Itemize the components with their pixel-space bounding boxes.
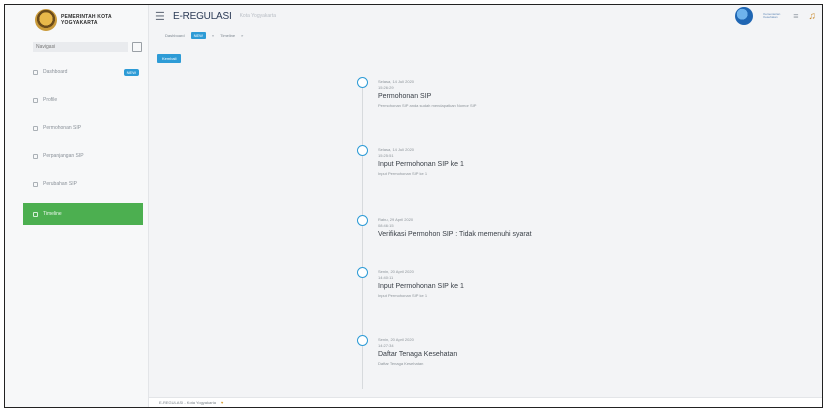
bell-icon[interactable]: ♫ <box>809 11 817 22</box>
menu-lines-icon[interactable]: ≡ <box>793 11 798 21</box>
timeline-description: Daftar Tenaga Kesehatan <box>378 361 424 366</box>
sidebar-search-input[interactable] <box>33 42 128 52</box>
sidebar-item-perubahan-sip[interactable]: Perubahan SIP <box>23 175 143 193</box>
app-title: E-REGULASI <box>173 10 232 22</box>
header-right: Kementerian Kesehatan ≡ ♫ <box>735 7 816 25</box>
city-seal-icon <box>35 9 57 31</box>
sidebar-toggle-icon[interactable] <box>132 42 142 52</box>
sidebar-item-perpanjangan-sip[interactable]: Perpanjangan SIP <box>23 147 143 165</box>
timeline-dot-icon <box>357 145 368 156</box>
ministry-globe-icon <box>735 7 754 25</box>
file-icon <box>33 125 38 131</box>
breadcrumb: Dashboard NEW » Timeline » <box>165 32 243 39</box>
app-frame: PEMERINTAH KOTA YOGYAKARTA Dashboard NEW… <box>4 4 823 408</box>
timeline-dot-icon <box>357 77 368 88</box>
app-subtitle: Kota Yogyakarta <box>239 13 276 19</box>
timeline-time: 08:46:15 <box>378 223 394 228</box>
timeline-time: 15:25:51 <box>378 153 394 158</box>
timeline-description: Input Permohonan SIP ke 1 <box>378 171 428 176</box>
timeline-description: Input Permohonan SIP ke 1 <box>378 293 428 298</box>
timeline-title: Input Permohonan SIP ke 1 <box>378 283 464 290</box>
heart-icon: ♥ <box>221 400 224 405</box>
timeline-content: Selasa, 14 Juli 2020 15:26:29 Permohonan… <box>378 79 618 110</box>
timeline-content: Senin, 20 April 2020 14:40:11 Input Perm… <box>378 269 618 300</box>
footer-text: E-REGULASI - Kota Yogyakarta <box>159 400 216 405</box>
sidebar-item-label: Timeline <box>43 211 62 217</box>
sidebar: PEMERINTAH KOTA YOGYAKARTA Dashboard NEW… <box>5 5 149 407</box>
hamburger-menu-icon[interactable]: ☰ <box>155 10 167 23</box>
edit-icon <box>33 181 38 187</box>
timeline-title: Verifikasi Permohon SIP : Tidak memenuhi… <box>378 231 532 238</box>
refresh-icon <box>33 153 38 159</box>
sidebar-item-timeline[interactable]: Timeline <box>23 203 143 225</box>
sidebar-item-permohonan-sip[interactable]: Permohonan SIP <box>23 119 143 137</box>
breadcrumb-timeline[interactable]: Timeline <box>220 33 235 38</box>
breadcrumb-separator: » <box>241 33 244 38</box>
breadcrumb-separator: » <box>211 33 215 38</box>
back-button[interactable]: Kembali <box>157 54 182 63</box>
sidebar-item-label: Dashboard <box>43 69 68 75</box>
sidebar-item-label: Perubahan SIP <box>43 181 77 187</box>
ministry-label: Kementerian Kesehatan <box>763 11 781 19</box>
timeline-time: 14:40:11 <box>378 275 394 280</box>
brand-line-2: YOGYAKARTA <box>61 20 98 26</box>
timeline-dot-icon <box>357 215 368 226</box>
timeline-description: Permohonan SIP anda sudah mendapatkan No… <box>378 103 477 108</box>
brand[interactable]: PEMERINTAH KOTA YOGYAKARTA <box>5 5 148 35</box>
sidebar-item-profile[interactable]: Profile <box>23 91 143 109</box>
timeline-dot-icon <box>357 335 368 346</box>
timeline-content: Rabu, 29 April 2020 08:46:15 Verifikasi … <box>378 217 618 240</box>
timeline-icon <box>33 211 38 217</box>
timeline-title: Permohonan SIP <box>378 93 432 100</box>
sidebar-search <box>33 41 142 53</box>
timeline-title: Input Permohonan SIP ke 1 <box>378 161 464 168</box>
timeline-time: 15:26:29 <box>378 85 394 90</box>
sidebar-item-label: Perpanjangan SIP <box>43 153 84 159</box>
sidebar-item-label: Profile <box>43 97 58 103</box>
timeline-time: 14:27:34 <box>378 343 394 348</box>
sidebar-item-dashboard[interactable]: Dashboard NEW <box>23 63 143 81</box>
dashboard-icon <box>33 69 38 75</box>
sidebar-item-label: Permohonan SIP <box>43 125 82 131</box>
new-badge: NEW <box>123 68 139 76</box>
breadcrumb-badge: NEW <box>190 32 206 39</box>
timeline-content: Selasa, 14 Juli 2020 15:25:51 Input Perm… <box>378 147 618 178</box>
timeline-content: Senin, 20 April 2020 14:27:34 Daftar Ten… <box>378 337 618 368</box>
timeline-dot-icon <box>357 267 368 278</box>
profile-icon <box>33 97 38 103</box>
top-header: ☰ E-REGULASI Kota Yogyakarta Kementerian… <box>149 5 822 27</box>
footer: E-REGULASI - Kota Yogyakarta ♥ <box>149 397 822 407</box>
brand-text: PEMERINTAH KOTA YOGYAKARTA <box>61 14 112 26</box>
timeline-title: Daftar Tenaga Kesehatan <box>378 351 458 358</box>
breadcrumb-dashboard[interactable]: Dashboard <box>165 33 185 38</box>
